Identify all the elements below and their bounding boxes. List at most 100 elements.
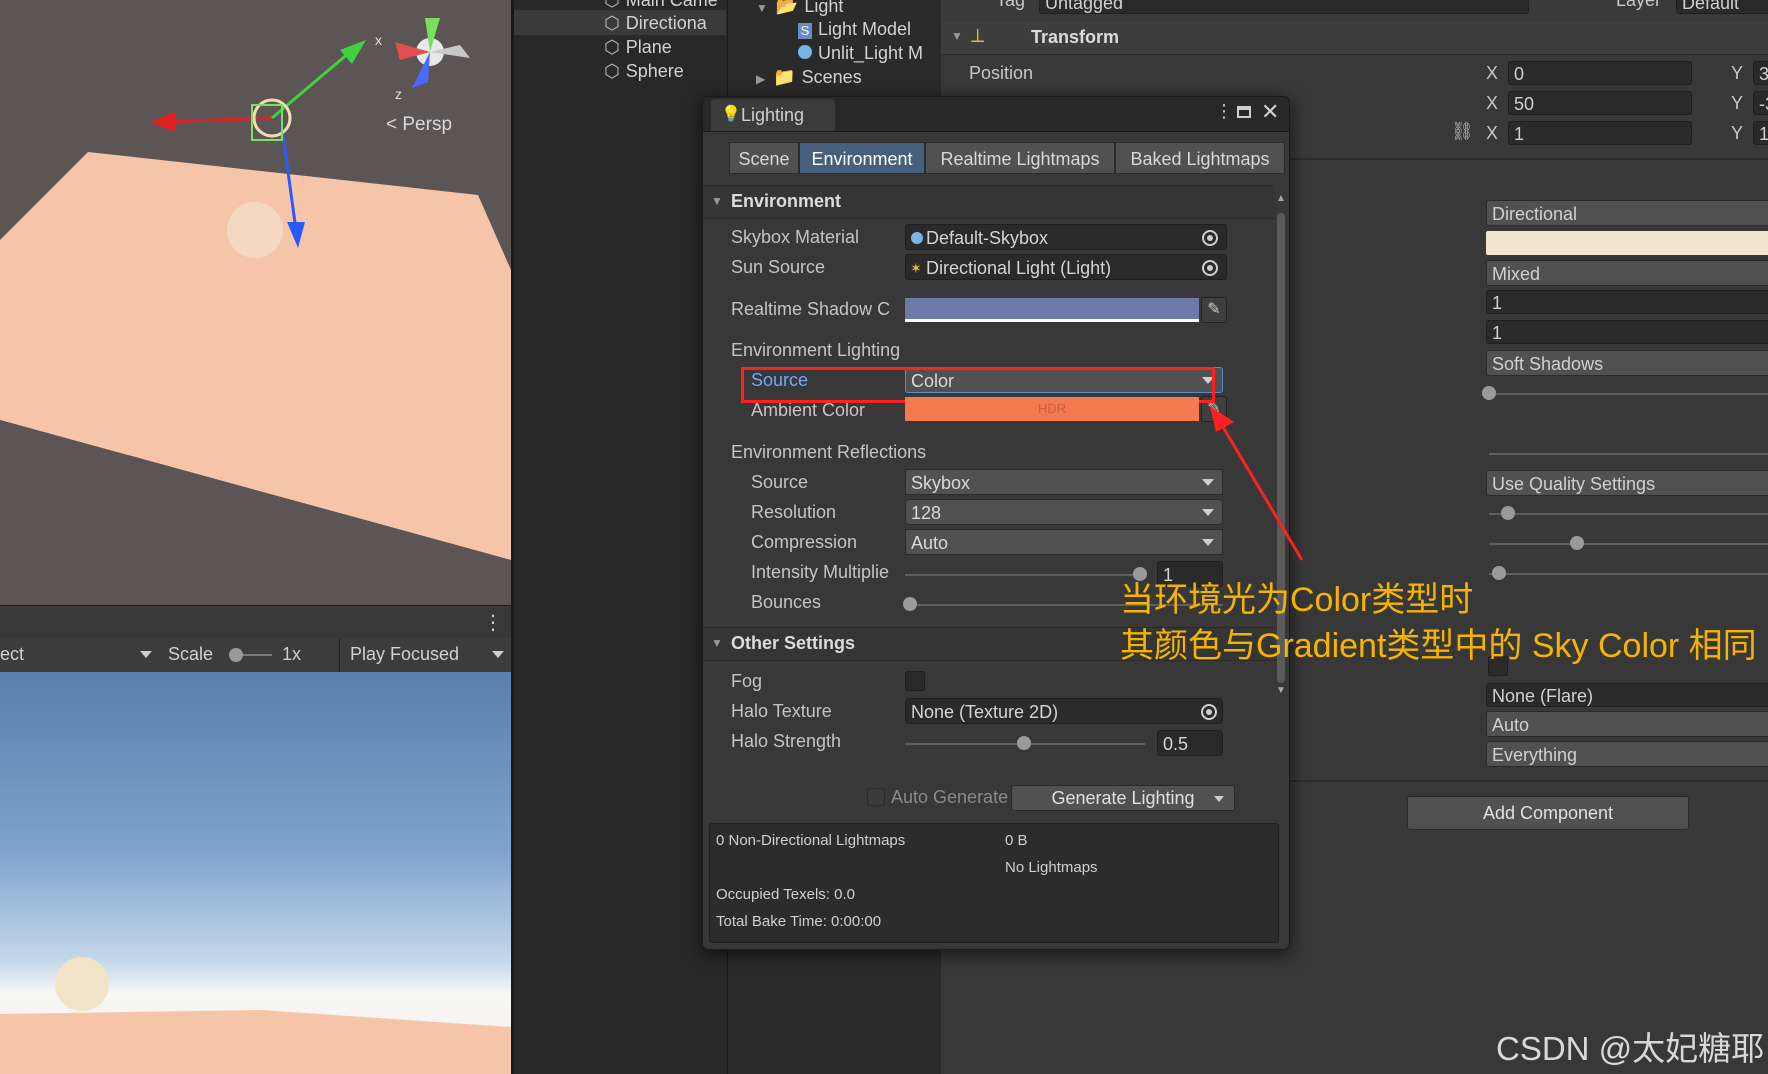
no-lightmaps-text: No Lightmaps: [1005, 859, 1098, 876]
scale-slider-knob[interactable]: [229, 648, 243, 662]
intensity-slider-track[interactable]: [905, 574, 1145, 576]
chevron-down-icon[interactable]: [492, 651, 504, 658]
scale-y-field[interactable]: 1: [1753, 121, 1768, 145]
hierarchy-item-label: Directiona: [625, 13, 707, 33]
scale-x-field[interactable]: 1: [1508, 121, 1692, 145]
normal-bias-slider-track[interactable]: [1489, 543, 1768, 545]
culling-mask-dropdown[interactable]: Everything: [1486, 741, 1768, 767]
tag-dropdown[interactable]: Untagged: [1039, 0, 1529, 14]
halo-strength-field[interactable]: 0.5: [1157, 730, 1223, 756]
tab-baked-lightmaps[interactable]: Baked Lightmaps: [1115, 142, 1285, 174]
sun-source-label: Sun Source: [731, 257, 826, 277]
intensity-multiplier-label: Intensity Multiplie: [751, 562, 890, 582]
halo-strength-slider-knob[interactable]: [1017, 736, 1031, 750]
bias-slider-track[interactable]: [1489, 513, 1768, 515]
skybox-material-label: Skybox Material: [731, 227, 860, 247]
chevron-down-icon[interactable]: [140, 651, 152, 658]
close-icon[interactable]: ✕: [1261, 99, 1279, 125]
project-item[interactable]: S Light Model: [798, 17, 911, 41]
sun-source-field[interactable]: ✶ Directional Light (Light): [905, 254, 1227, 280]
hierarchy-item[interactable]: ⬡ Plane: [604, 35, 672, 59]
transform-header[interactable]: ▼ ⟂ Transform: [941, 22, 1768, 55]
scroll-down-icon[interactable]: ▼: [1276, 685, 1286, 696]
bias-slider-knob[interactable]: [1501, 506, 1515, 520]
auto-generate-checkbox[interactable]: [867, 788, 885, 806]
game-toolbar: ect Scale 1x Play Focused: [0, 638, 511, 673]
reflection-source-dropdown[interactable]: Skybox: [905, 469, 1223, 495]
intensity-field[interactable]: 1: [1486, 290, 1768, 314]
folder-icon: 📁: [773, 67, 796, 87]
project-item[interactable]: ▶ 📁 Scenes: [756, 65, 862, 89]
indirect-multiplier-field[interactable]: 1: [1486, 320, 1768, 344]
lighting-tab[interactable]: 💡 Lighting: [711, 99, 835, 131]
more-menu-icon[interactable]: ⋮: [483, 610, 503, 635]
add-component-button[interactable]: Add Component: [1407, 796, 1689, 830]
lighting-titlebar[interactable]: 💡 Lighting ⋮ ✕: [703, 97, 1289, 132]
object-picker-icon[interactable]: [1201, 704, 1217, 720]
light-mode-dropdown[interactable]: Mixed: [1486, 260, 1768, 286]
chevron-down-icon[interactable]: [1214, 796, 1224, 802]
rotation-x-field[interactable]: 50: [1508, 91, 1692, 115]
strength-slider-knob[interactable]: [1482, 386, 1496, 400]
tab-realtime-lightmaps[interactable]: Realtime Lightmaps: [925, 142, 1115, 174]
y-axis-label: Y: [1731, 63, 1744, 83]
perspective-label[interactable]: < Persp: [386, 114, 452, 136]
perspective-text: Persp: [402, 114, 453, 135]
light-color-swatch[interactable]: [1486, 231, 1768, 255]
chevron-down-icon[interactable]: ▼: [756, 1, 768, 15]
link-scale-icon[interactable]: ⛓: [1451, 121, 1474, 142]
realtime-shadow-color-swatch[interactable]: [905, 298, 1199, 322]
chevron-right-icon[interactable]: ▶: [756, 72, 765, 86]
render-mode-dropdown[interactable]: Auto: [1486, 711, 1768, 737]
strength-slider-track[interactable]: [1489, 393, 1768, 395]
flare-field[interactable]: None (Flare): [1486, 683, 1768, 707]
generate-lighting-button[interactable]: Generate Lighting: [1011, 785, 1235, 811]
compression-dropdown[interactable]: Auto: [905, 529, 1223, 555]
position-x-field[interactable]: 0: [1508, 61, 1692, 85]
gizmo-z-label: z: [395, 86, 402, 102]
object-picker-icon[interactable]: [1202, 230, 1218, 246]
hierarchy-item[interactable]: ⬡ Directiona: [604, 11, 707, 35]
near-plane-slider-knob[interactable]: [1492, 566, 1506, 580]
shadow-resolution-dropdown[interactable]: Use Quality Settings: [1486, 470, 1768, 496]
environment-section-header[interactable]: ▼ Environment: [703, 185, 1275, 219]
scene-view[interactable]: x z < Persp: [0, 0, 511, 605]
scroll-up-icon[interactable]: ▲: [1276, 193, 1286, 204]
resolution-label: Resolution: [751, 502, 837, 522]
resolution-dropdown[interactable]: 128: [905, 499, 1223, 525]
tab-scene[interactable]: Scene: [729, 142, 799, 174]
layer-dropdown[interactable]: Default: [1676, 0, 1768, 14]
shadow-type-dropdown[interactable]: Soft Shadows: [1486, 350, 1768, 376]
light-type-dropdown[interactable]: Directional: [1486, 200, 1768, 226]
chevron-down-icon[interactable]: ▼: [711, 194, 723, 208]
normal-bias-slider-knob[interactable]: [1570, 536, 1584, 550]
fog-checkbox[interactable]: [905, 671, 925, 691]
hierarchy-item[interactable]: ⬡ Sphere: [604, 59, 684, 83]
y-axis-label: Y: [1731, 93, 1744, 113]
ambient-color-swatch[interactable]: HDR: [905, 397, 1199, 421]
bounces-slider-knob[interactable]: [903, 597, 917, 611]
object-header: Tag Untagged Layer Default: [941, 0, 1768, 23]
near-plane-slider-track[interactable]: [1489, 573, 1768, 575]
bounces-label: Bounces: [751, 592, 822, 612]
maximize-icon[interactable]: [1237, 106, 1251, 118]
skybox-material-field[interactable]: Default-Skybox: [905, 224, 1227, 250]
reflection-source-label: Source: [751, 472, 809, 492]
rotation-y-field[interactable]: -3: [1753, 91, 1768, 115]
tab-environment[interactable]: Environment: [799, 142, 925, 174]
chevron-down-icon[interactable]: ▼: [951, 29, 963, 43]
project-item[interactable]: ▼ 📂 Light: [756, 0, 843, 18]
generate-lighting-label: Generate Lighting: [1051, 788, 1195, 808]
eyedropper-icon[interactable]: ✎: [1201, 297, 1227, 323]
chevron-down-icon[interactable]: ▼: [711, 636, 723, 650]
watermark: CSDN @太妃糖耶: [1496, 1030, 1765, 1067]
position-y-field[interactable]: 3: [1753, 61, 1768, 85]
game-tabbar: ⋮: [0, 605, 511, 639]
project-item[interactable]: Unlit_Light M: [798, 41, 923, 65]
halo-texture-field[interactable]: None (Texture 2D): [905, 698, 1223, 724]
object-picker-icon[interactable]: [1202, 260, 1218, 276]
more-menu-icon[interactable]: ⋮: [1215, 101, 1233, 122]
display-dropdown[interactable]: ect: [0, 644, 24, 665]
game-view[interactable]: [0, 672, 511, 1074]
play-mode-dropdown[interactable]: Play Focused: [350, 644, 459, 665]
